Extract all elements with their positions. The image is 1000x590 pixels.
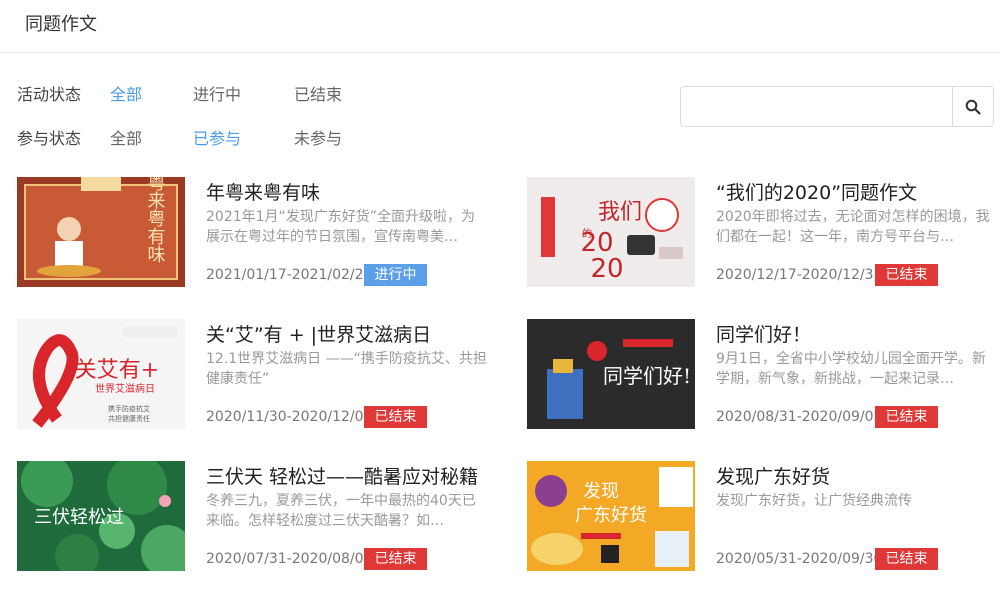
thumb-text: 广东好货 (575, 505, 647, 526)
status-badge: 已结束 (875, 548, 938, 570)
thumb-text: 共担健康责任 (108, 414, 150, 423)
thumb-text: 三伏轻松过 (34, 507, 124, 528)
filter-row-activity: 活动状态 全部 进行中 已结束 (17, 80, 342, 106)
card-description: 2020年即将过去，无论面对怎样的困境，我们都在一起！这一年，南方号平台与… (716, 209, 990, 245)
status-badge: 已结束 (875, 264, 938, 286)
topic-card[interactable]: 三伏轻松过 三伏天 轻松过——酷暑应对秘籍 冬养三九，夏养三伏，一年中最热的40… (17, 461, 487, 571)
card-thumbnail[interactable]: 同学们好! (527, 319, 695, 429)
filter-participation-not-joined[interactable]: 未参与 (294, 125, 342, 149)
topic-card[interactable]: 我们 的 20 20 “我们的2020”同题作文 2020年即将过去，无论面对怎… (527, 177, 997, 287)
thumb-text: 关艾有+ (75, 358, 159, 383)
card-thumbnail[interactable]: 发现 广东好货 (527, 461, 695, 571)
thumb-text: 年粤来粤有味 (145, 177, 166, 263)
topic-card[interactable]: 发现 广东好货 发现广东好货 发现广东好货，让广货经典流传 2020/05/31… (527, 461, 997, 571)
card-date-range: 2020/11/30-2020/12/07 (206, 409, 373, 425)
header-bar: 同题作文 (0, 0, 1000, 53)
status-badge: 已结束 (364, 548, 427, 570)
card-description: 12.1世界艾滋病日 ——“携手防疫抗艾、共担健康责任” (206, 351, 487, 387)
card-date-range: 2020/05/31-2020/09/30 (716, 551, 883, 567)
filter-activity-ongoing[interactable]: 进行中 (193, 81, 294, 105)
card-thumbnail[interactable]: 关艾有+ 世界艾滋病日 携手防疫抗艾 共担健康责任 (17, 319, 185, 429)
card-thumbnail[interactable]: 三伏轻松过 (17, 461, 185, 571)
status-badge: 已结束 (364, 406, 427, 428)
filter-activity-all[interactable]: 全部 (110, 81, 193, 105)
thumb-text: 发现 (583, 481, 619, 502)
card-title[interactable]: 年粤来粤有味 (206, 178, 320, 205)
filter-label-participation: 参与状态 (17, 129, 82, 148)
thumb-text: 同学们好! (603, 364, 691, 388)
card-title[interactable]: “我们的2020”同题作文 (716, 178, 917, 205)
thumb-text: 世界艾滋病日 (95, 382, 155, 395)
search-icon (965, 99, 981, 115)
filter-label-activity: 活动状态 (17, 85, 82, 104)
search-button[interactable] (952, 87, 993, 126)
card-title[interactable]: 关“艾”有 + |世界艾滋病日 (206, 320, 431, 347)
topic-card[interactable]: 同学们好! 同学们好！ 9月1日，全省中小学校幼儿园全面开学。新学期，新气象，新… (527, 319, 997, 429)
card-title[interactable]: 发现广东好货 (716, 462, 830, 489)
topic-card[interactable]: 年粤来粤有味 年粤来粤有味 2021年1月“发现广东好货”全面升级啦，为展示在粤… (17, 177, 487, 287)
topic-card[interactable]: 关艾有+ 世界艾滋病日 携手防疫抗艾 共担健康责任 关“艾”有 + |世界艾滋病… (17, 319, 487, 429)
card-date-range: 2020/12/17-2020/12/31 (716, 267, 883, 283)
filter-participation-all[interactable]: 全部 (110, 125, 193, 149)
filter-activity-ended[interactable]: 已结束 (294, 81, 342, 105)
card-date-range: 2020/08/31-2020/09/02 (716, 409, 883, 425)
card-date-range: 2020/07/31-2020/08/07 (206, 551, 373, 567)
filter-panel: 活动状态 全部 进行中 已结束 参与状态 全部 已参与 未参与 (17, 80, 342, 168)
filter-participation-joined[interactable]: 已参与 (193, 125, 294, 149)
thumb-text: 20 (590, 254, 623, 284)
status-badge: 进行中 (364, 264, 427, 286)
card-description: 2021年1月“发现广东好货”全面升级啦，为展示在粤过年的节日氛围，宣传南粤美… (206, 209, 476, 245)
thumb-text: 我们 (598, 200, 642, 225)
search-input[interactable] (681, 87, 952, 126)
thumb-text: 携手防疫抗艾 (108, 404, 150, 413)
search-box (680, 86, 994, 127)
card-date-range: 2021/01/17-2021/02/28 (206, 267, 373, 283)
card-description: 冬养三九，夏养三伏，一年中最热的40天已来临。怎样轻松度过三伏天酷暑？如… (206, 493, 476, 529)
status-badge: 已结束 (875, 406, 938, 428)
card-description: 发现广东好货，让广货经典流传 (716, 493, 912, 509)
card-thumbnail[interactable]: 年粤来粤有味 (17, 177, 185, 287)
card-thumbnail[interactable]: 我们 的 20 20 (527, 177, 695, 287)
page-title: 同题作文 (25, 14, 97, 35)
card-description: 9月1日，全省中小学校幼儿园全面开学。新学期，新气象，新挑战，一起来记录… (716, 351, 986, 387)
card-title[interactable]: 三伏天 轻松过——酷暑应对秘籍 (206, 462, 478, 489)
card-title[interactable]: 同学们好！ (716, 320, 811, 347)
filter-row-participation: 参与状态 全部 已参与 未参与 (17, 124, 342, 150)
